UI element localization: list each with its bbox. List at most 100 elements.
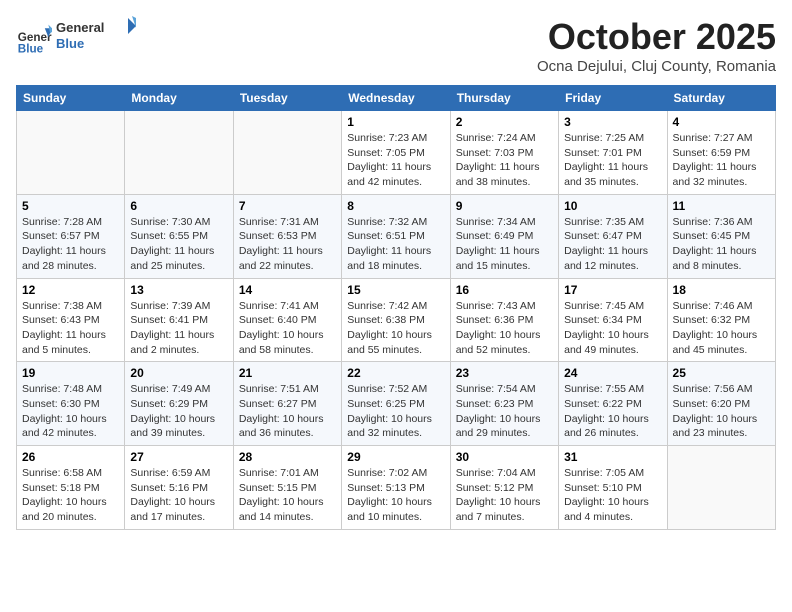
day-info: Sunrise: 7:01 AM Sunset: 5:15 PM Dayligh… bbox=[239, 466, 336, 525]
day-number: 5 bbox=[22, 199, 119, 213]
day-info: Sunrise: 7:05 AM Sunset: 5:10 PM Dayligh… bbox=[564, 466, 661, 525]
day-number: 29 bbox=[347, 450, 444, 464]
day-info: Sunrise: 7:31 AM Sunset: 6:53 PM Dayligh… bbox=[239, 215, 336, 274]
day-info: Sunrise: 7:46 AM Sunset: 6:32 PM Dayligh… bbox=[673, 299, 770, 358]
day-number: 21 bbox=[239, 366, 336, 380]
day-number: 13 bbox=[130, 283, 227, 297]
day-number: 16 bbox=[456, 283, 553, 297]
day-number: 3 bbox=[564, 115, 661, 129]
calendar-cell: 10Sunrise: 7:35 AM Sunset: 6:47 PM Dayli… bbox=[559, 194, 667, 278]
day-info: Sunrise: 7:51 AM Sunset: 6:27 PM Dayligh… bbox=[239, 382, 336, 441]
weekday-header: Wednesday bbox=[342, 86, 450, 111]
logo: General Blue General Blue bbox=[16, 16, 136, 61]
calendar-cell: 22Sunrise: 7:52 AM Sunset: 6:25 PM Dayli… bbox=[342, 362, 450, 446]
calendar-cell bbox=[17, 111, 125, 195]
day-info: Sunrise: 7:02 AM Sunset: 5:13 PM Dayligh… bbox=[347, 466, 444, 525]
calendar-cell: 27 Sunrise: 6:59 AM Sunset: 5:16 PM Dayli… bbox=[125, 446, 233, 530]
calendar-cell: 18 Sunrise: 7:46 AM Sunset: 6:32 PM Dayli… bbox=[667, 278, 775, 362]
day-info: Sunrise: 7:56 AM Sunset: 6:20 PM Dayligh… bbox=[673, 382, 770, 441]
day-number: 6 bbox=[130, 199, 227, 213]
calendar-cell: 16 Sunrise: 7:43 AM Sunset: 6:36 PM Dayli… bbox=[450, 278, 558, 362]
day-info: Sunrise: 7:27 AM Sunset: 6:59 PM Dayligh… bbox=[673, 131, 770, 190]
calendar-cell: 1 Sunrise: 7:23 AM Sunset: 7:05 PM Daylig… bbox=[342, 111, 450, 195]
calendar-week-row: 12Sunrise: 7:38 AM Sunset: 6:43 PM Dayli… bbox=[17, 278, 776, 362]
day-info: Sunrise: 7:04 AM Sunset: 5:12 PM Dayligh… bbox=[456, 466, 553, 525]
calendar-cell bbox=[125, 111, 233, 195]
calendar-cell: 4 Sunrise: 7:27 AM Sunset: 6:59 PM Daylig… bbox=[667, 111, 775, 195]
day-number: 10 bbox=[564, 199, 661, 213]
day-info: Sunrise: 7:55 AM Sunset: 6:22 PM Dayligh… bbox=[564, 382, 661, 441]
day-number: 31 bbox=[564, 450, 661, 464]
day-number: 4 bbox=[673, 115, 770, 129]
day-info: Sunrise: 7:24 AM Sunset: 7:03 PM Dayligh… bbox=[456, 131, 553, 190]
day-number: 9 bbox=[456, 199, 553, 213]
day-info: Sunrise: 7:28 AM Sunset: 6:57 PM Dayligh… bbox=[22, 215, 119, 274]
day-info: Sunrise: 7:36 AM Sunset: 6:45 PM Dayligh… bbox=[673, 215, 770, 274]
day-number: 30 bbox=[456, 450, 553, 464]
calendar-cell: 8Sunrise: 7:32 AM Sunset: 6:51 PM Daylig… bbox=[342, 194, 450, 278]
day-info: Sunrise: 7:52 AM Sunset: 6:25 PM Dayligh… bbox=[347, 382, 444, 441]
calendar-cell: 14Sunrise: 7:41 AM Sunset: 6:40 PM Dayli… bbox=[233, 278, 341, 362]
calendar-cell bbox=[667, 446, 775, 530]
weekday-header: Saturday bbox=[667, 86, 775, 111]
day-info: Sunrise: 7:49 AM Sunset: 6:29 PM Dayligh… bbox=[130, 382, 227, 441]
svg-text:Blue: Blue bbox=[18, 42, 44, 55]
day-number: 25 bbox=[673, 366, 770, 380]
day-number: 1 bbox=[347, 115, 444, 129]
month-title: October 2025 bbox=[537, 16, 776, 58]
calendar-cell: 28 Sunrise: 7:01 AM Sunset: 5:15 PM Dayli… bbox=[233, 446, 341, 530]
calendar-cell: 24 Sunrise: 7:55 AM Sunset: 6:22 PM Dayli… bbox=[559, 362, 667, 446]
day-number: 28 bbox=[239, 450, 336, 464]
day-number: 18 bbox=[673, 283, 770, 297]
calendar-cell: 15 Sunrise: 7:42 AM Sunset: 6:38 PM Dayli… bbox=[342, 278, 450, 362]
calendar-cell: 29 Sunrise: 7:02 AM Sunset: 5:13 PM Dayli… bbox=[342, 446, 450, 530]
page-header: General Blue General Blue October 2025 O… bbox=[16, 16, 776, 75]
day-info: Sunrise: 6:59 AM Sunset: 5:16 PM Dayligh… bbox=[130, 466, 227, 525]
calendar-cell: 13 Sunrise: 7:39 AM Sunset: 6:41 PM Dayli… bbox=[125, 278, 233, 362]
day-number: 7 bbox=[239, 199, 336, 213]
day-number: 27 bbox=[130, 450, 227, 464]
day-info: Sunrise: 7:30 AM Sunset: 6:55 PM Dayligh… bbox=[130, 215, 227, 274]
day-info: Sunrise: 7:54 AM Sunset: 6:23 PM Dayligh… bbox=[456, 382, 553, 441]
calendar-cell bbox=[233, 111, 341, 195]
day-info: Sunrise: 7:43 AM Sunset: 6:36 PM Dayligh… bbox=[456, 299, 553, 358]
day-number: 19 bbox=[22, 366, 119, 380]
day-info: Sunrise: 7:45 AM Sunset: 6:34 PM Dayligh… bbox=[564, 299, 661, 358]
svg-text:Blue: Blue bbox=[56, 36, 84, 51]
calendar-cell: 31 Sunrise: 7:05 AM Sunset: 5:10 PM Dayli… bbox=[559, 446, 667, 530]
day-number: 14 bbox=[239, 283, 336, 297]
title-block: October 2025 Ocna Dejului, Cluj County, … bbox=[537, 16, 776, 75]
calendar-cell: 7 Sunrise: 7:31 AM Sunset: 6:53 PM Daylig… bbox=[233, 194, 341, 278]
calendar-cell: 3Sunrise: 7:25 AM Sunset: 7:01 PM Daylig… bbox=[559, 111, 667, 195]
day-number: 2 bbox=[456, 115, 553, 129]
day-info: Sunrise: 7:38 AM Sunset: 6:43 PM Dayligh… bbox=[22, 299, 119, 358]
calendar-cell: 23 Sunrise: 7:54 AM Sunset: 6:23 PM Dayli… bbox=[450, 362, 558, 446]
calendar-cell: 30 Sunrise: 7:04 AM Sunset: 5:12 PM Dayli… bbox=[450, 446, 558, 530]
day-number: 23 bbox=[456, 366, 553, 380]
calendar-cell: 6 Sunrise: 7:30 AM Sunset: 6:55 PM Daylig… bbox=[125, 194, 233, 278]
day-info: Sunrise: 7:42 AM Sunset: 6:38 PM Dayligh… bbox=[347, 299, 444, 358]
calendar-cell: 17Sunrise: 7:45 AM Sunset: 6:34 PM Dayli… bbox=[559, 278, 667, 362]
location-subtitle: Ocna Dejului, Cluj County, Romania bbox=[537, 58, 776, 75]
calendar-cell: 19Sunrise: 7:48 AM Sunset: 6:30 PM Dayli… bbox=[17, 362, 125, 446]
svg-text:General: General bbox=[56, 20, 104, 35]
calendar-cell: 21 Sunrise: 7:51 AM Sunset: 6:27 PM Dayli… bbox=[233, 362, 341, 446]
day-info: Sunrise: 7:32 AM Sunset: 6:51 PM Dayligh… bbox=[347, 215, 444, 274]
weekday-header-row: SundayMondayTuesdayWednesdayThursdayFrid… bbox=[17, 86, 776, 111]
calendar-cell: 26Sunrise: 6:58 AM Sunset: 5:18 PM Dayli… bbox=[17, 446, 125, 530]
calendar-cell: 11 Sunrise: 7:36 AM Sunset: 6:45 PM Dayli… bbox=[667, 194, 775, 278]
day-info: Sunrise: 7:23 AM Sunset: 7:05 PM Dayligh… bbox=[347, 131, 444, 190]
day-info: Sunrise: 6:58 AM Sunset: 5:18 PM Dayligh… bbox=[22, 466, 119, 525]
calendar-cell: 12Sunrise: 7:38 AM Sunset: 6:43 PM Dayli… bbox=[17, 278, 125, 362]
weekday-header: Thursday bbox=[450, 86, 558, 111]
day-info: Sunrise: 7:39 AM Sunset: 6:41 PM Dayligh… bbox=[130, 299, 227, 358]
day-number: 24 bbox=[564, 366, 661, 380]
calendar-cell: 5 Sunrise: 7:28 AM Sunset: 6:57 PM Daylig… bbox=[17, 194, 125, 278]
calendar-cell: 2 Sunrise: 7:24 AM Sunset: 7:03 PM Daylig… bbox=[450, 111, 558, 195]
day-info: Sunrise: 7:34 AM Sunset: 6:49 PM Dayligh… bbox=[456, 215, 553, 274]
day-number: 20 bbox=[130, 366, 227, 380]
calendar-week-row: 26Sunrise: 6:58 AM Sunset: 5:18 PM Dayli… bbox=[17, 446, 776, 530]
weekday-header: Tuesday bbox=[233, 86, 341, 111]
day-number: 11 bbox=[673, 199, 770, 213]
day-number: 15 bbox=[347, 283, 444, 297]
